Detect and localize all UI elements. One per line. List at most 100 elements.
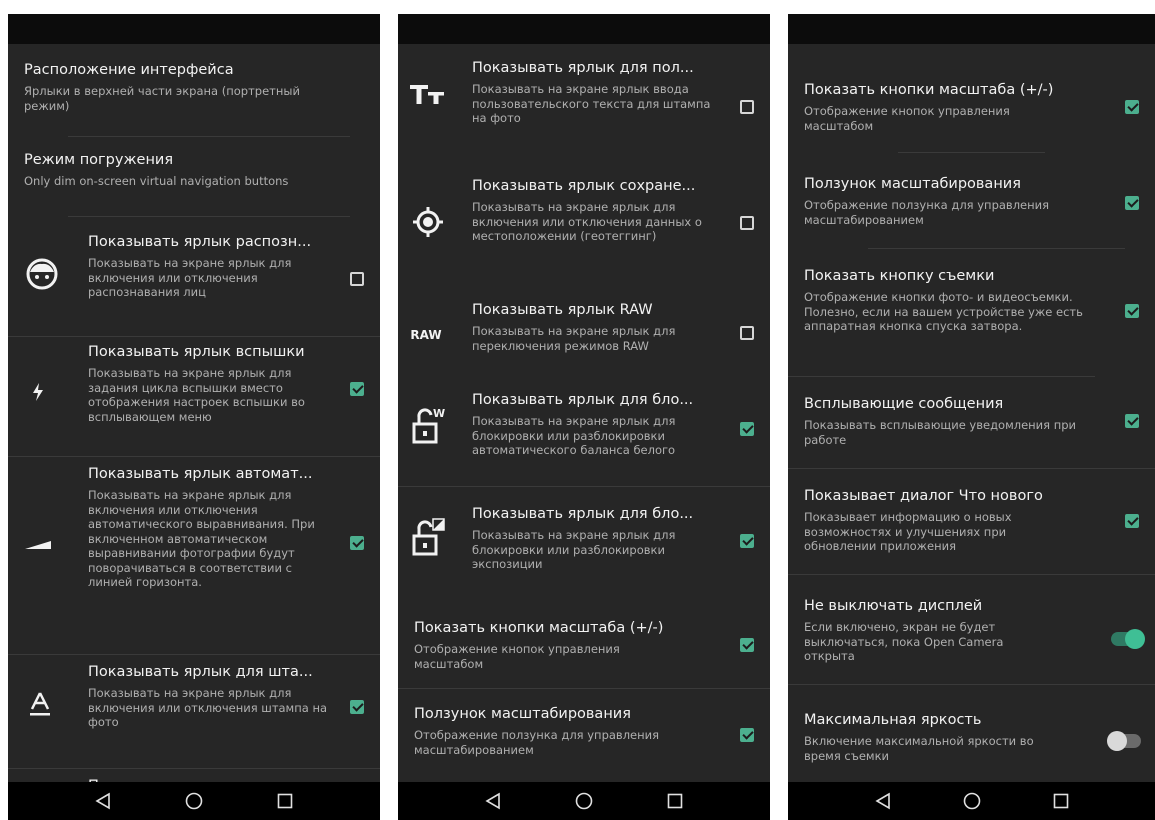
pref-title: Показать кнопку съемки	[804, 268, 995, 284]
pref-title: Показывать ярлык для шта...	[88, 664, 313, 680]
zoom-buttons-checkbox[interactable]	[1125, 100, 1139, 114]
divider	[8, 456, 380, 457]
divider	[8, 336, 380, 337]
pref-summary: Отображение кнопки фото- и видеосъемки. …	[804, 290, 1083, 333]
back-icon[interactable]	[473, 785, 513, 817]
pref-title: Показывать ярлык вспышки	[88, 344, 305, 360]
pref-summary: Ярлыки в верхней части экрана (портретны…	[24, 84, 300, 113]
custom-text-checkbox[interactable]	[740, 100, 754, 114]
pref-summary: Отображение ползунка для управления масш…	[414, 728, 660, 757]
flash-icon	[18, 374, 58, 410]
divider	[868, 248, 1125, 249]
zoom-slider-checkbox[interactable]	[740, 728, 754, 742]
nav-bar	[398, 782, 770, 820]
recents-icon[interactable]	[265, 785, 305, 817]
pref-title: Показывать ярлык распозн...	[88, 234, 312, 250]
status-bar	[788, 14, 1155, 44]
pref-summary: Only dim on-screen virtual navigation bu…	[24, 174, 289, 188]
divider	[68, 216, 350, 217]
keep-display-on-toggle[interactable]	[1111, 629, 1145, 649]
pref-raw-shortcut[interactable]: RAW Показывать ярлык RAW Показывать на э…	[398, 298, 770, 374]
max-brightness-toggle[interactable]	[1107, 731, 1141, 751]
pref-geotag-shortcut[interactable]: Показывать ярлык сохране... Показывать н…	[398, 174, 770, 284]
toggle-knob	[1107, 731, 1127, 751]
raw-checkbox[interactable]	[740, 326, 754, 340]
pref-summary: Показывать на экране ярлык для включения…	[88, 488, 315, 589]
nav-bar	[788, 782, 1155, 820]
home-icon[interactable]	[564, 785, 604, 817]
pref-toasts[interactable]: Всплывающие сообщения Показывать всплыва…	[788, 392, 1155, 462]
pref-summary: Показывать на экране ярлык для переключе…	[472, 324, 676, 353]
whats-new-checkbox[interactable]	[1125, 514, 1139, 528]
divider	[398, 486, 770, 487]
auto-level-checkbox[interactable]	[350, 536, 364, 550]
pref-zoom-slider[interactable]: Ползунок масштабирования Отображение пол…	[398, 702, 770, 768]
pref-exposure-lock-shortcut[interactable]: Показывать ярлык для бло... Показывать н…	[398, 504, 770, 600]
pref-partial[interactable]: П	[8, 774, 380, 782]
svg-text:W: W	[433, 407, 445, 420]
status-bar	[8, 14, 380, 44]
pref-immersive-mode[interactable]: Режим погружения Only dim on-screen virt…	[8, 148, 380, 198]
recents-icon[interactable]	[1041, 785, 1081, 817]
location-icon	[408, 202, 448, 242]
raw-icon: RAW	[410, 328, 442, 342]
pref-summary: Показывать всплывающие уведомления при р…	[804, 418, 1077, 447]
exposure-lock-icon	[408, 514, 448, 560]
pref-summary: Показывать на экране ярлык для включения…	[88, 256, 292, 299]
pref-custom-text-shortcut[interactable]: Показывать ярлык для пол... Показывать н…	[398, 56, 770, 162]
flash-shortcut-checkbox[interactable]	[350, 382, 364, 396]
pref-zoom-slider[interactable]: Ползунок масштабирования Отображение пол…	[788, 172, 1155, 248]
pref-face-detection[interactable]: Показывать ярлык распозн... Показывать н…	[8, 224, 380, 330]
pref-interface-layout[interactable]: Расположение интерфейса Ярлыки в верхней…	[8, 58, 380, 128]
text-size-icon	[408, 74, 448, 114]
back-icon[interactable]	[83, 785, 123, 817]
divider	[8, 768, 380, 769]
zoom-slider-checkbox[interactable]	[1125, 196, 1139, 210]
pref-summary: Если включено, экран не будет выключатьс…	[804, 620, 1004, 663]
pref-title: Показать кнопки масштаба (+/-)	[804, 82, 1054, 98]
pref-auto-level[interactable]: Показывать ярлык автомат... Показывать н…	[8, 464, 380, 644]
pref-title: Максимальная яркость	[804, 712, 982, 728]
toasts-checkbox[interactable]	[1125, 414, 1139, 428]
stamp-shortcut-checkbox[interactable]	[350, 700, 364, 714]
pref-summary: Включение максимальной яркости во время …	[804, 734, 1034, 763]
geotag-checkbox[interactable]	[740, 216, 754, 230]
pref-whats-new[interactable]: Показывает диалог Что нового Показывает …	[788, 484, 1155, 570]
settings-list[interactable]: Расположение интерфейса Ярлыки в верхней…	[8, 44, 380, 782]
pref-zoom-buttons[interactable]: Показать кнопки масштаба (+/-) Отображен…	[398, 614, 770, 680]
shutter-button-checkbox[interactable]	[1125, 304, 1139, 318]
pref-keep-display-on[interactable]: Не выключать дисплей Если включено, экра…	[788, 594, 1155, 680]
pref-title: Показывать ярлык автомат...	[88, 466, 313, 482]
status-bar	[398, 14, 770, 44]
pref-title: Показывать ярлык RAW	[472, 302, 653, 318]
pref-shutter-button[interactable]: Показать кнопку съемки Отображение кнопк…	[788, 264, 1155, 380]
pref-summary: Отображение кнопок управления масштабом	[804, 104, 1010, 133]
pref-flash-shortcut[interactable]: Показывать ярлык вспышки Показывать на э…	[8, 344, 380, 450]
settings-screen-2: Показывать ярлык для пол... Показывать н…	[398, 14, 770, 820]
home-icon[interactable]	[174, 785, 214, 817]
pref-wb-lock-shortcut[interactable]: W Показывать ярлык для бло... Показывать…	[398, 388, 770, 484]
pref-title: Всплывающие сообщения	[804, 396, 1004, 412]
divider	[788, 684, 1155, 685]
pref-title: Показывать ярлык для бло...	[472, 392, 694, 408]
settings-list[interactable]: Показывать ярлык для пол... Показывать н…	[398, 44, 770, 782]
pref-max-brightness[interactable]: Максимальная яркость Включение максималь…	[788, 708, 1155, 778]
pref-stamp-shortcut[interactable]: Показывать ярлык для шта... Показывать н…	[8, 662, 380, 762]
pref-title: Не выключать дисплей	[804, 598, 983, 614]
divider	[68, 136, 350, 137]
white-balance-lock-icon: W	[408, 402, 448, 448]
pref-summary: Отображение кнопок управления масштабом	[414, 642, 620, 671]
divider	[788, 376, 1095, 377]
face-detection-checkbox[interactable]	[350, 272, 364, 286]
pref-zoom-buttons[interactable]: Показать кнопки масштаба (+/-) Отображен…	[788, 78, 1155, 148]
home-icon[interactable]	[952, 785, 992, 817]
divider	[898, 152, 1045, 153]
wb-lock-checkbox[interactable]	[740, 422, 754, 436]
recents-icon[interactable]	[655, 785, 695, 817]
pref-summary: Показывать на экране ярлык для блокировк…	[472, 414, 676, 457]
zoom-buttons-checkbox[interactable]	[740, 638, 754, 652]
settings-list[interactable]: Показать кнопки масштаба (+/-) Отображен…	[788, 44, 1155, 782]
exposure-lock-checkbox[interactable]	[740, 534, 754, 548]
back-icon[interactable]	[863, 785, 903, 817]
pref-summary: Отображение ползунка для управления масш…	[804, 198, 1050, 227]
